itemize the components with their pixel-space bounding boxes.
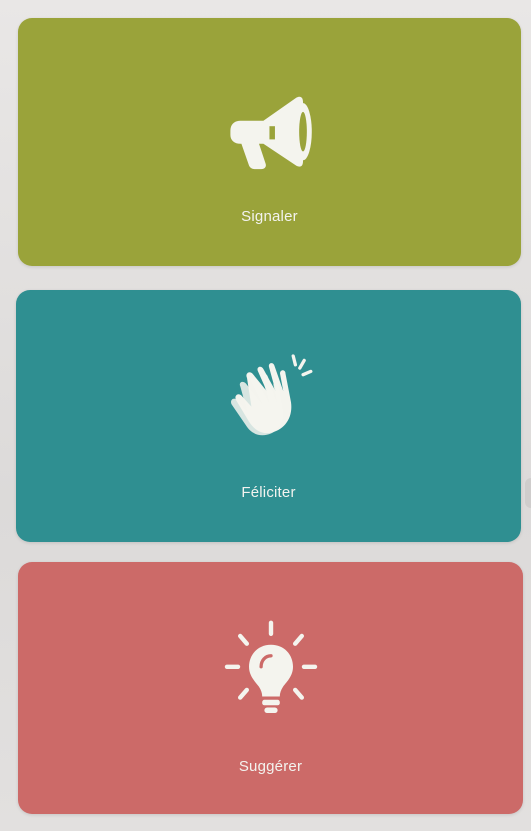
suggerer-label: Suggérer [238,758,303,775]
signaler-label: Signaler [241,208,298,225]
lightbulb-icon [216,614,326,724]
suggerer-button[interactable]: Suggérer [18,562,523,814]
signaler-button[interactable]: Signaler [18,18,521,266]
megaphone-icon [215,80,325,190]
feliciter-label: Féliciter [241,484,296,501]
feliciter-button[interactable]: Féliciter [16,290,521,542]
clapping-hands-icon [214,345,324,455]
app-screen: Signaler Féliciter Suggérer [0,0,531,831]
side-handle[interactable] [525,478,531,508]
